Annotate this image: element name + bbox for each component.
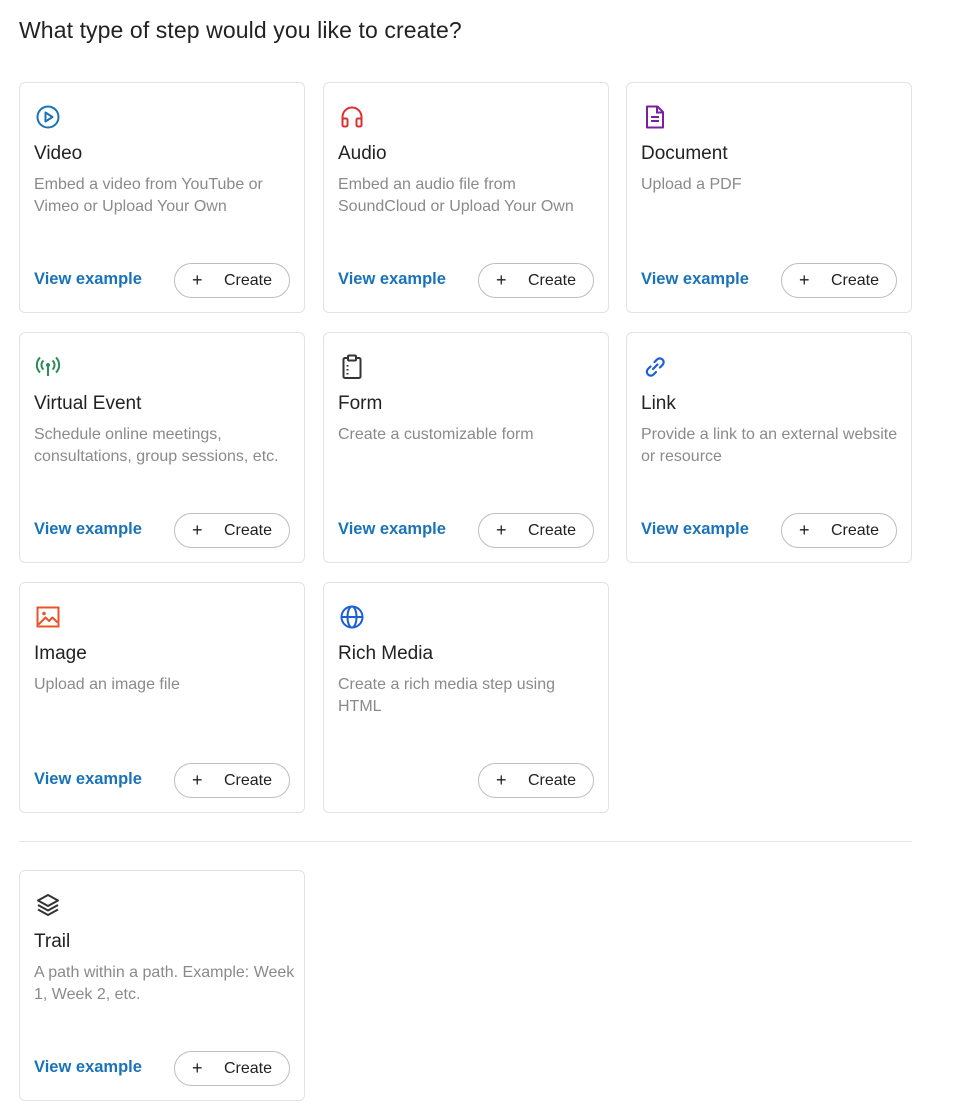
step-card-video: Video Embed a video from YouTube or Vime…	[19, 82, 305, 313]
section-divider	[19, 841, 912, 842]
create-label: Create	[224, 1060, 273, 1077]
view-example-link[interactable]: View example	[34, 270, 142, 289]
card-title: Image	[34, 643, 87, 664]
card-title: Form	[338, 393, 383, 414]
broadcast-icon	[34, 353, 62, 381]
card-description: A path within a path. Example: Week 1, W…	[34, 964, 295, 1003]
create-button[interactable]: + Create	[781, 263, 897, 298]
step-card-link: Link Provide a link to an external websi…	[626, 332, 912, 563]
plus-icon: +	[192, 520, 203, 540]
create-button[interactable]: + Create	[174, 513, 290, 548]
clipboard-icon	[338, 353, 366, 381]
plus-icon: +	[192, 270, 203, 290]
view-example-link[interactable]: View example	[641, 270, 749, 289]
card-description: Upload an image file	[34, 676, 180, 693]
create-button[interactable]: + Create	[781, 513, 897, 548]
create-button[interactable]: + Create	[478, 513, 594, 548]
view-example-link[interactable]: View example	[641, 520, 749, 539]
create-button[interactable]: + Create	[174, 1051, 290, 1086]
plus-icon: +	[496, 520, 507, 540]
create-label: Create	[224, 522, 273, 539]
create-button[interactable]: + Create	[174, 763, 290, 798]
card-description: Schedule online meetings, consultations,…	[34, 426, 279, 465]
image-icon	[34, 603, 62, 631]
create-label: Create	[528, 272, 577, 289]
step-card-trail: Trail A path within a path. Example: Wee…	[19, 870, 305, 1101]
play-circle-icon	[34, 103, 62, 131]
card-description: Create a customizable form	[338, 426, 534, 443]
step-card-document: Document Upload a PDF View example + Crea…	[626, 82, 912, 313]
step-card-rich-media: Rich Media Create a rich media step usin…	[323, 582, 609, 813]
card-title: Virtual Event	[34, 393, 142, 414]
step-card-form: Form Create a customizable form View exa…	[323, 332, 609, 563]
card-description: Create a rich media step using HTML	[338, 676, 555, 715]
view-example-link[interactable]: View example	[338, 520, 446, 539]
step-card-image: Image Upload an image file View example …	[19, 582, 305, 813]
view-example-link[interactable]: View example	[34, 1058, 142, 1077]
create-label: Create	[528, 522, 577, 539]
card-description: Embed an audio file from SoundCloud or U…	[338, 176, 574, 215]
create-label: Create	[528, 772, 577, 789]
headphones-icon	[338, 103, 366, 131]
create-label: Create	[224, 272, 273, 289]
step-card-virtual-event: Virtual Event Schedule online meetings, …	[19, 332, 305, 563]
card-description: Upload a PDF	[641, 176, 742, 193]
card-title: Rich Media	[338, 643, 434, 664]
plus-icon: +	[192, 770, 203, 790]
plus-icon: +	[799, 270, 810, 290]
create-button[interactable]: + Create	[478, 263, 594, 298]
card-title: Document	[641, 143, 728, 164]
document-icon	[641, 103, 669, 131]
link-icon	[641, 353, 669, 381]
card-title: Trail	[34, 931, 71, 952]
card-description: Provide a link to an external website or…	[641, 426, 898, 465]
create-button[interactable]: + Create	[174, 263, 290, 298]
step-card-audio: Audio Embed an audio file from SoundClou…	[323, 82, 609, 313]
view-example-link[interactable]: View example	[338, 270, 446, 289]
create-label: Create	[831, 272, 880, 289]
card-title: Audio	[338, 143, 387, 164]
plus-icon: +	[192, 1058, 203, 1078]
create-label: Create	[224, 772, 273, 789]
card-title: Link	[641, 393, 676, 414]
view-example-link[interactable]: View example	[34, 520, 142, 539]
create-label: Create	[831, 522, 880, 539]
card-title: Video	[34, 143, 83, 164]
view-example-link[interactable]: View example	[34, 770, 142, 789]
plus-icon: +	[799, 520, 810, 540]
plus-icon: +	[496, 770, 507, 790]
card-description: Embed a video from YouTube or Vimeo or U…	[34, 176, 263, 215]
create-button[interactable]: + Create	[478, 763, 594, 798]
page-title: What type of step would you like to crea…	[19, 17, 462, 43]
plus-icon: +	[496, 270, 507, 290]
layers-icon	[34, 891, 62, 919]
globe-icon	[338, 603, 366, 631]
